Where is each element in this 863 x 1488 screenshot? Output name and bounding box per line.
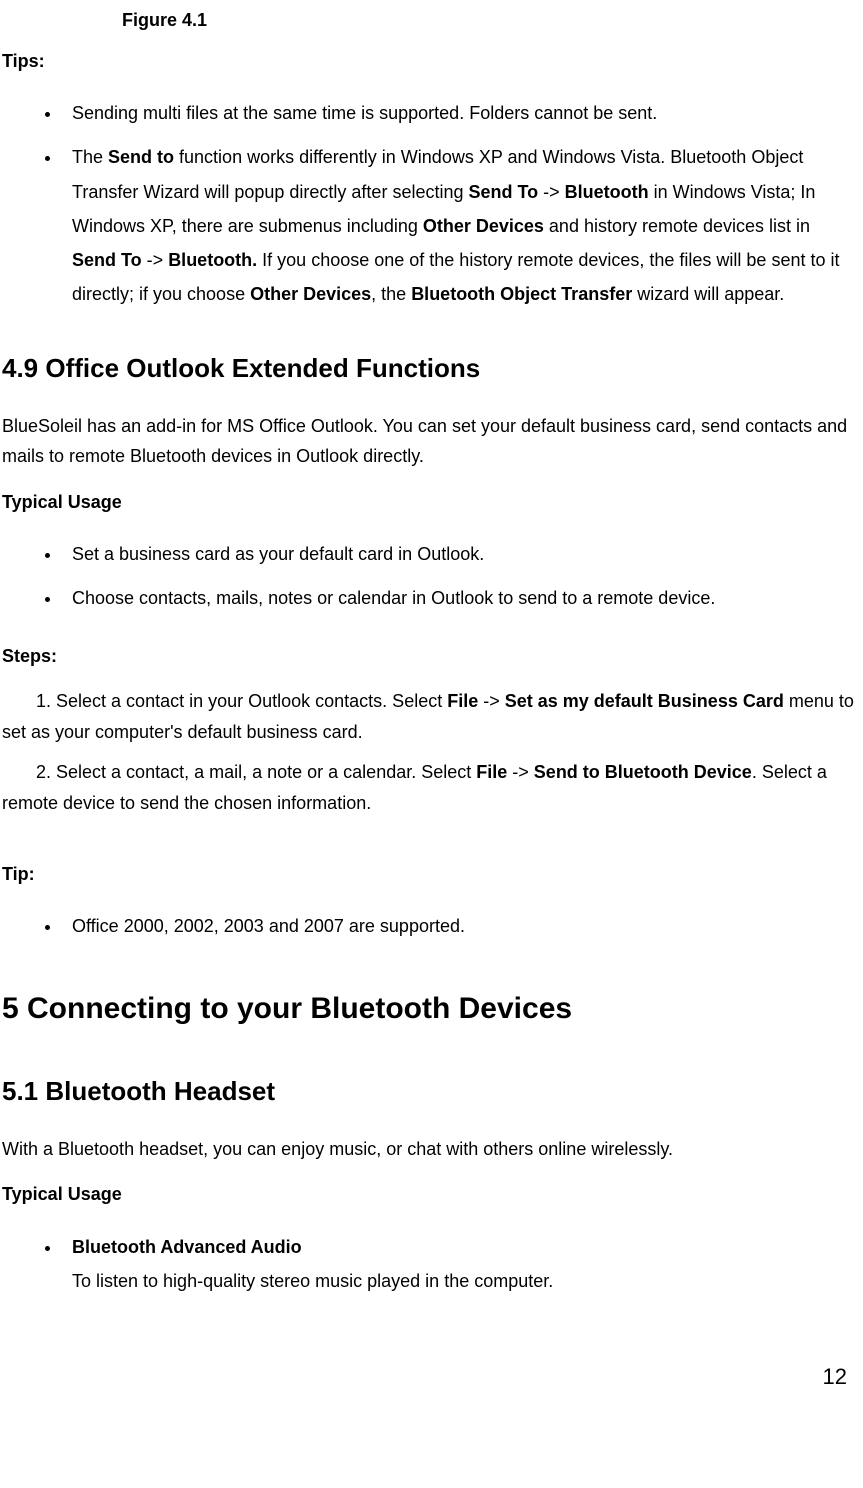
- text: wizard will appear.: [632, 284, 784, 304]
- list-item: Sending multi files at the same time is …: [62, 96, 857, 130]
- section-5-1-intro: With a Bluetooth headset, you can enjoy …: [2, 1134, 857, 1165]
- list-item: Set a business card as your default card…: [62, 537, 857, 571]
- text-bold: Bluetooth Object Transfer: [411, 284, 632, 304]
- figure-label: Figure 4.1: [122, 5, 857, 36]
- text: , the: [371, 284, 411, 304]
- step-2: 2. Select a contact, a mail, a note or a…: [2, 757, 857, 818]
- tips-label: Tips:: [2, 46, 857, 77]
- step-1: 1. Select a contact in your Outlook cont…: [2, 686, 857, 747]
- text-bold: Send to: [108, 147, 174, 167]
- text-bold: File: [447, 691, 478, 711]
- list-item: Bluetooth Advanced Audio To listen to hi…: [62, 1230, 857, 1298]
- section-4-9-intro: BlueSoleil has an add-in for MS Office O…: [2, 411, 857, 472]
- section-5-1-heading: 5.1 Bluetooth Headset: [2, 1069, 857, 1113]
- usage-item-title: Bluetooth Advanced Audio: [72, 1237, 302, 1257]
- text-bold: Other Devices: [250, 284, 371, 304]
- text-bold: Bluetooth.: [168, 250, 257, 270]
- text-bold: Send To: [72, 250, 142, 270]
- typical-usage-list: Set a business card as your default card…: [2, 537, 857, 615]
- text: ->: [142, 250, 169, 270]
- text-bold: File: [476, 762, 507, 782]
- section-4-9-heading: 4.9 Office Outlook Extended Functions: [2, 346, 857, 390]
- text-bold: Other Devices: [423, 216, 544, 236]
- text: and history remote devices list in: [544, 216, 810, 236]
- text-bold: Send To: [468, 182, 538, 202]
- text-bold: Bluetooth: [565, 182, 649, 202]
- text-bold: Send to Bluetooth Device: [534, 762, 752, 782]
- text: ->: [507, 762, 534, 782]
- usage-item-desc: To listen to high-quality stereo music p…: [72, 1271, 553, 1291]
- list-item: Office 2000, 2002, 2003 and 2007 are sup…: [62, 909, 857, 943]
- chapter-5-heading: 5 Connecting to your Bluetooth Devices: [2, 983, 857, 1034]
- steps-label: Steps:: [2, 641, 857, 672]
- list-item: Choose contacts, mails, notes or calenda…: [62, 581, 857, 615]
- text: 1. Select a contact in your Outlook cont…: [36, 691, 447, 711]
- text: The: [72, 147, 108, 167]
- text: 2. Select a contact, a mail, a note or a…: [36, 762, 476, 782]
- tip-list: Office 2000, 2002, 2003 and 2007 are sup…: [2, 909, 857, 943]
- text: ->: [538, 182, 565, 202]
- typical-usage-list-5-1: Bluetooth Advanced Audio To listen to hi…: [2, 1230, 857, 1298]
- tip-label: Tip:: [2, 859, 857, 890]
- typical-usage-label: Typical Usage: [2, 487, 857, 518]
- text: ->: [478, 691, 505, 711]
- text-bold: Set as my default Business Card: [505, 691, 784, 711]
- typical-usage-label-5-1: Typical Usage: [2, 1179, 857, 1210]
- list-item: The Send to function works differently i…: [62, 140, 857, 311]
- page-number: 12: [2, 1358, 857, 1395]
- tips-list: Sending multi files at the same time is …: [2, 96, 857, 311]
